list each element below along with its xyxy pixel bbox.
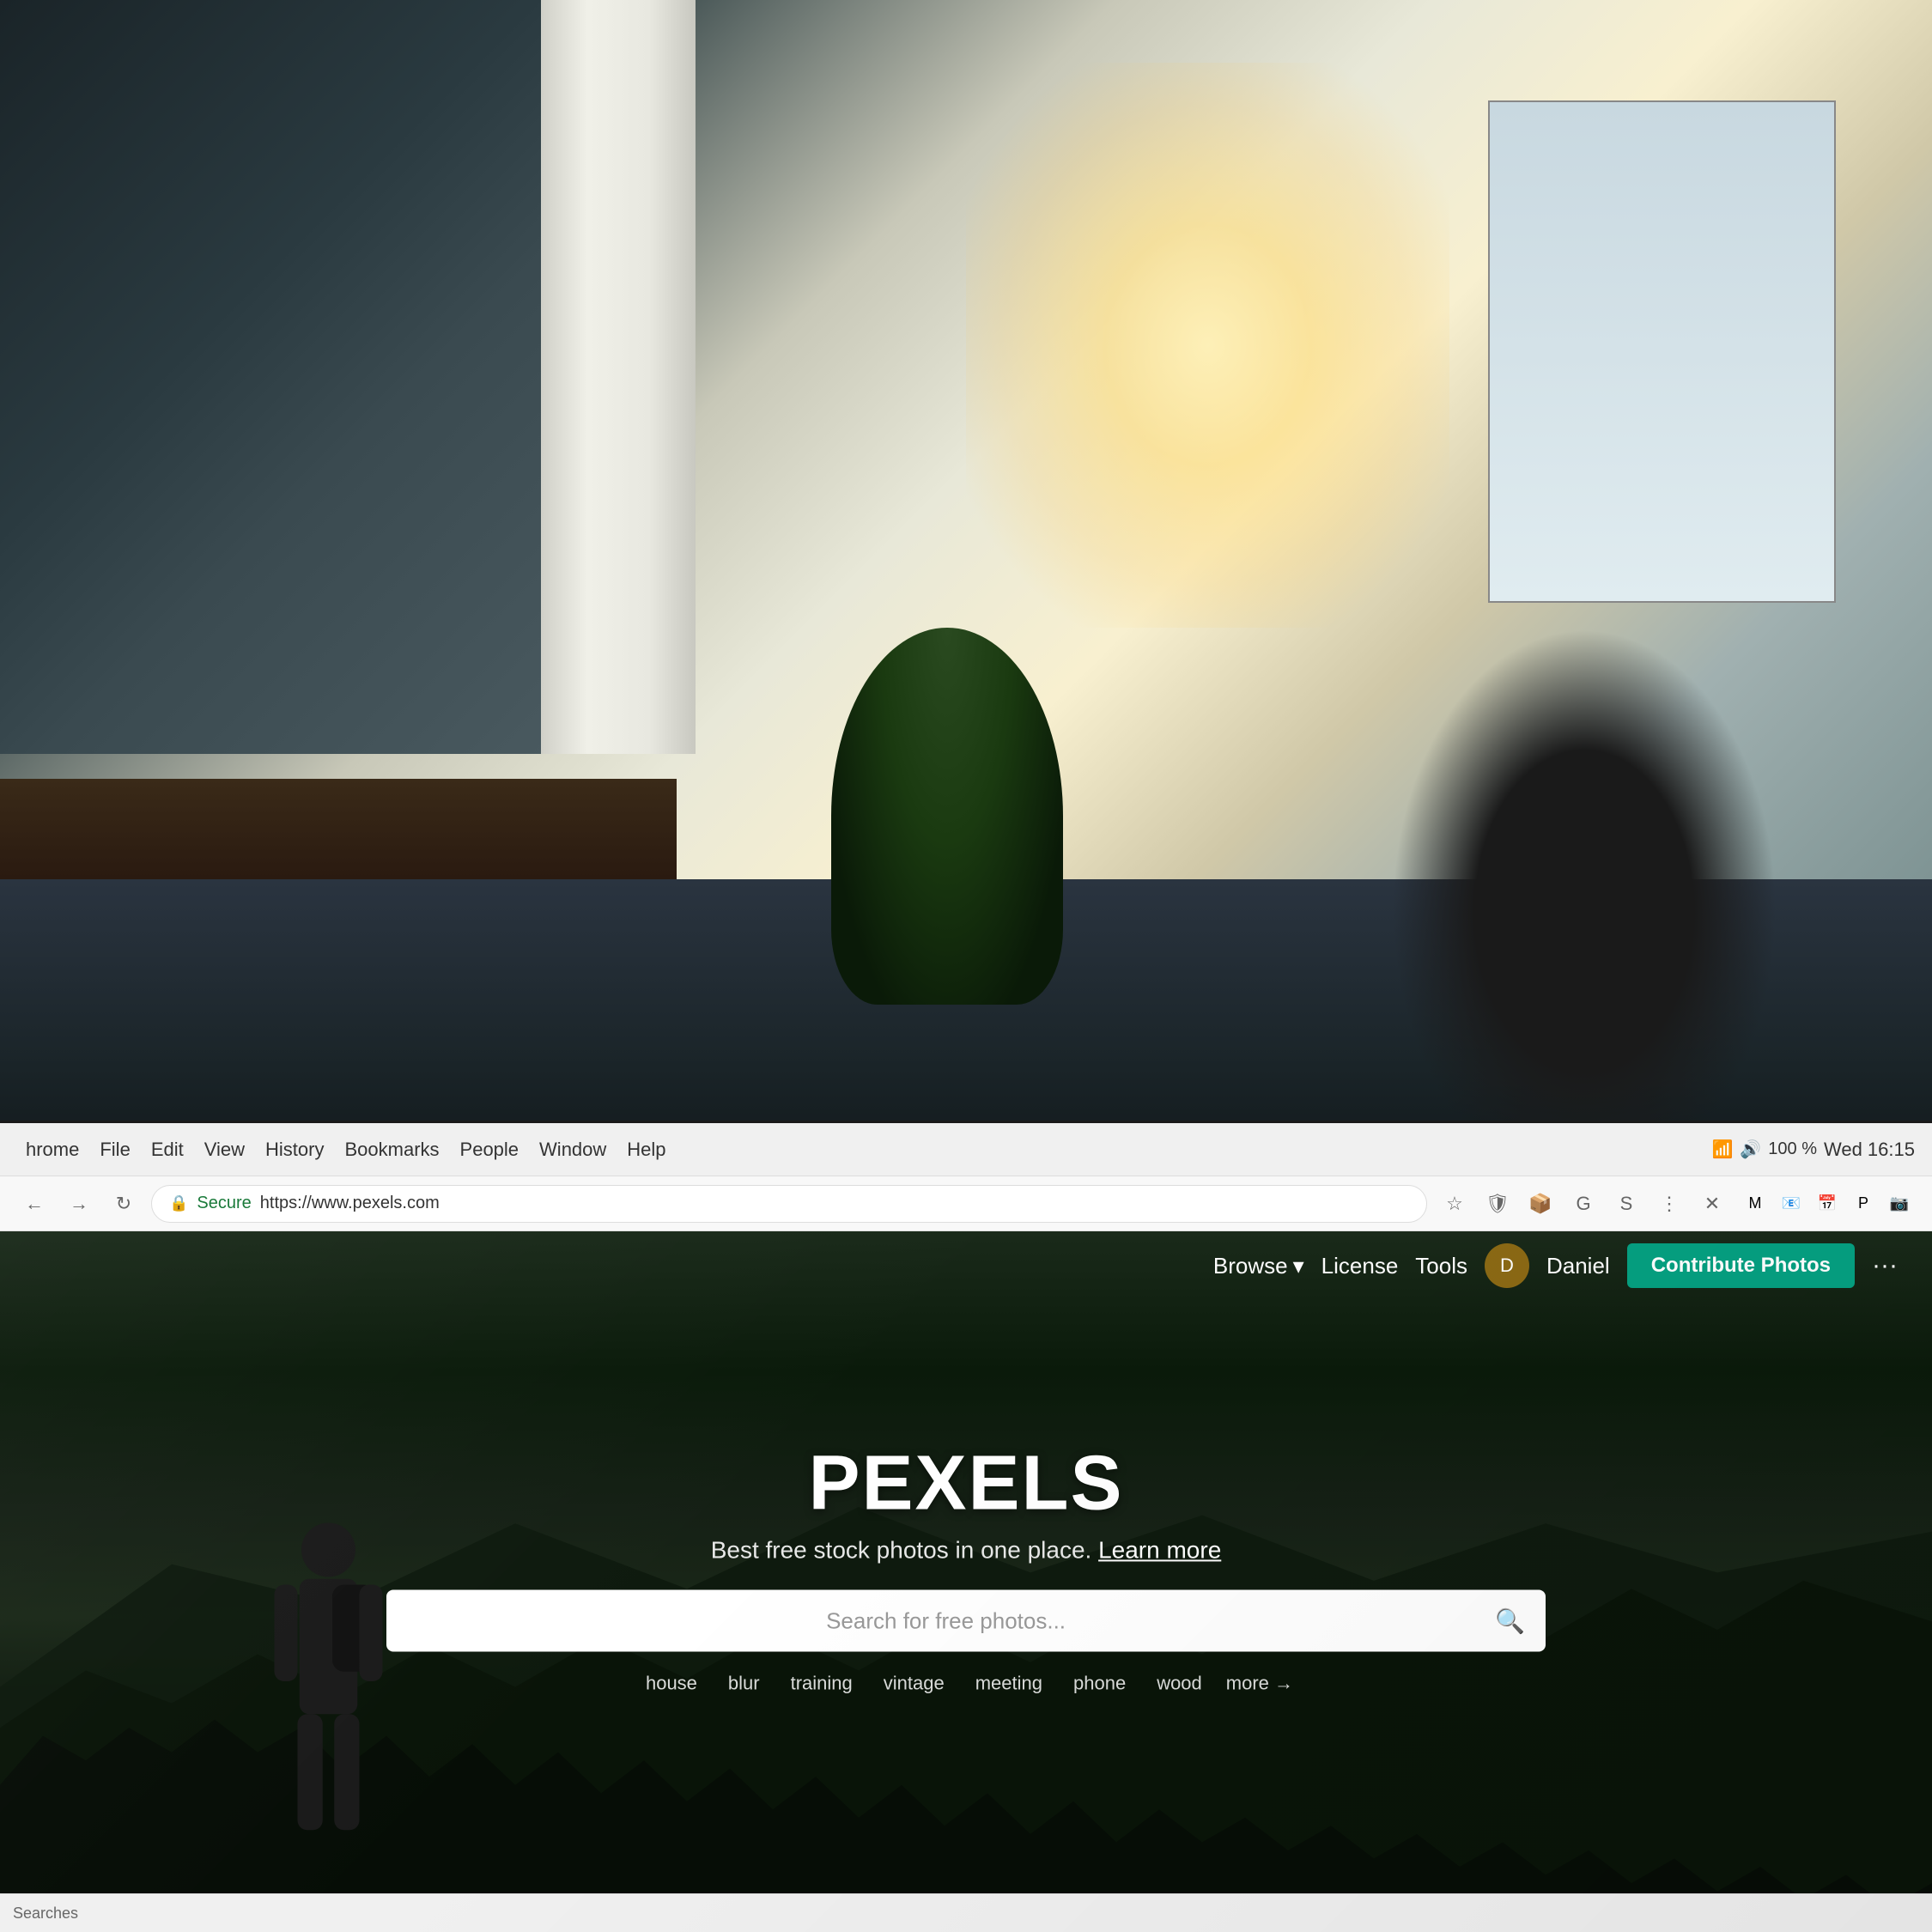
bookmark-icon[interactable]: ☆ bbox=[1437, 1187, 1472, 1221]
suggestion-training[interactable]: training bbox=[784, 1668, 860, 1698]
suggestion-wood[interactable]: wood bbox=[1150, 1668, 1209, 1698]
chrome-menu-file[interactable]: File bbox=[91, 1135, 138, 1164]
browse-chevron-icon: ▾ bbox=[1293, 1253, 1304, 1279]
sound-icon: 🔊 bbox=[1740, 1139, 1761, 1160]
learn-more-link[interactable]: Learn more bbox=[1098, 1536, 1221, 1563]
extension-icon-skype[interactable]: S bbox=[1609, 1187, 1643, 1221]
suggestion-phone[interactable]: phone bbox=[1066, 1668, 1133, 1698]
extension-icon-dropbox[interactable]: 📦 bbox=[1523, 1187, 1558, 1221]
suggestion-blur[interactable]: blur bbox=[721, 1668, 767, 1698]
chrome-menu-window[interactable]: Window bbox=[531, 1135, 615, 1164]
secure-label: Secure bbox=[197, 1194, 251, 1213]
screen: hrome File Edit View History Bookmarks P… bbox=[0, 1121, 1932, 1932]
suggestion-vintage[interactable]: vintage bbox=[877, 1668, 951, 1698]
ext-icon-pinterest[interactable]: P bbox=[1848, 1188, 1879, 1219]
chrome-menu-edit[interactable]: Edit bbox=[143, 1135, 192, 1164]
extension-icons-row: M 📧 📅 P 📷 bbox=[1740, 1188, 1915, 1219]
search-suggestions: house blur training vintage meeting phon… bbox=[193, 1668, 1739, 1698]
wifi-icon: 📶 bbox=[1711, 1139, 1733, 1160]
ext-icon-2[interactable]: 📧 bbox=[1776, 1188, 1807, 1219]
contribute-photos-button[interactable]: Contribute Photos bbox=[1627, 1243, 1855, 1288]
search-icon[interactable]: 🔍 bbox=[1495, 1607, 1525, 1635]
chrome-menu-help[interactable]: Help bbox=[618, 1135, 674, 1164]
url-bar[interactable]: 🔒 Secure https://www.pexels.com bbox=[151, 1185, 1427, 1223]
pexels-search-box[interactable]: Search for free photos... 🔍 bbox=[386, 1589, 1546, 1651]
window-light bbox=[966, 63, 1449, 628]
tab-icons-row: hrome File Edit View History Bookmarks P… bbox=[17, 1135, 675, 1164]
extension-icon-google[interactable]: G bbox=[1566, 1187, 1601, 1221]
chrome-menu-view[interactable]: View bbox=[196, 1135, 253, 1164]
ext-icon-3[interactable]: 📅 bbox=[1812, 1188, 1843, 1219]
extension-icon-shield[interactable]: 🛡 bbox=[1480, 1187, 1515, 1221]
right-window bbox=[1488, 100, 1836, 603]
plant bbox=[831, 628, 1063, 1005]
suggestion-more[interactable]: more → bbox=[1226, 1668, 1293, 1698]
secure-icon: 🔒 bbox=[169, 1194, 188, 1212]
back-button[interactable]: ← bbox=[17, 1187, 52, 1221]
chrome-os-bar: hrome File Edit View History Bookmarks P… bbox=[0, 1123, 1932, 1176]
chrome-menu-item-hrome[interactable]: hrome bbox=[17, 1135, 88, 1164]
nav-avatar[interactable]: D bbox=[1485, 1243, 1529, 1288]
nav-more-button[interactable]: ··· bbox=[1872, 1251, 1898, 1280]
suggestion-meeting[interactable]: meeting bbox=[969, 1668, 1049, 1698]
nav-license[interactable]: License bbox=[1321, 1253, 1399, 1279]
browser-icons: ☆ 🛡 📦 G S ⋮ ✕ bbox=[1437, 1187, 1729, 1221]
pexels-hero-content: PEXELS Best free stock photos in one pla… bbox=[193, 1439, 1739, 1698]
close-tab-button[interactable]: ✕ bbox=[1695, 1187, 1729, 1221]
reload-button[interactable]: ↻ bbox=[106, 1187, 141, 1221]
battery-text: 100 % bbox=[1768, 1139, 1817, 1159]
pexels-tagline: Best free stock photos in one place. Lea… bbox=[193, 1536, 1739, 1564]
chrome-status-bar: Searches bbox=[0, 1893, 1932, 1932]
chrome-url-bar: ← → ↻ 🔒 Secure https://www.pexels.com ☆ … bbox=[0, 1176, 1932, 1231]
chrome-menu-bookmarks[interactable]: Bookmarks bbox=[336, 1135, 447, 1164]
chair bbox=[1391, 628, 1777, 1193]
chrome-menu-history[interactable]: History bbox=[257, 1135, 332, 1164]
system-time: Wed 16:15 bbox=[1824, 1139, 1915, 1161]
nav-tools[interactable]: Tools bbox=[1415, 1253, 1467, 1279]
desk bbox=[0, 779, 677, 879]
ext-icon-1[interactable]: M bbox=[1740, 1188, 1771, 1219]
pexels-logo: PEXELS bbox=[193, 1439, 1739, 1528]
system-icons: 📶 🔊 100 % Wed 16:15 bbox=[1711, 1139, 1915, 1161]
search-placeholder: Search for free photos... bbox=[407, 1607, 1485, 1634]
forward-button[interactable]: → bbox=[62, 1187, 96, 1221]
pillar bbox=[541, 0, 696, 754]
status-text: Searches bbox=[13, 1905, 78, 1923]
more-tools-button[interactable]: ⋮ bbox=[1652, 1187, 1686, 1221]
url-text: https://www.pexels.com bbox=[260, 1194, 440, 1213]
ext-icon-instagram[interactable]: 📷 bbox=[1884, 1188, 1915, 1219]
nav-username: Daniel bbox=[1546, 1253, 1610, 1279]
pexels-site: Browse ▾ License Tools D Daniel Contribu… bbox=[0, 1231, 1932, 1932]
chrome-menu-people[interactable]: People bbox=[452, 1135, 528, 1164]
suggestion-house[interactable]: house bbox=[639, 1668, 704, 1698]
left-wall bbox=[0, 0, 580, 754]
nav-browse[interactable]: Browse ▾ bbox=[1213, 1253, 1304, 1279]
screen-content: hrome File Edit View History Bookmarks P… bbox=[0, 1123, 1932, 1932]
background-photo bbox=[0, 0, 1932, 1256]
pexels-nav: Browse ▾ License Tools D Daniel Contribu… bbox=[0, 1231, 1932, 1300]
